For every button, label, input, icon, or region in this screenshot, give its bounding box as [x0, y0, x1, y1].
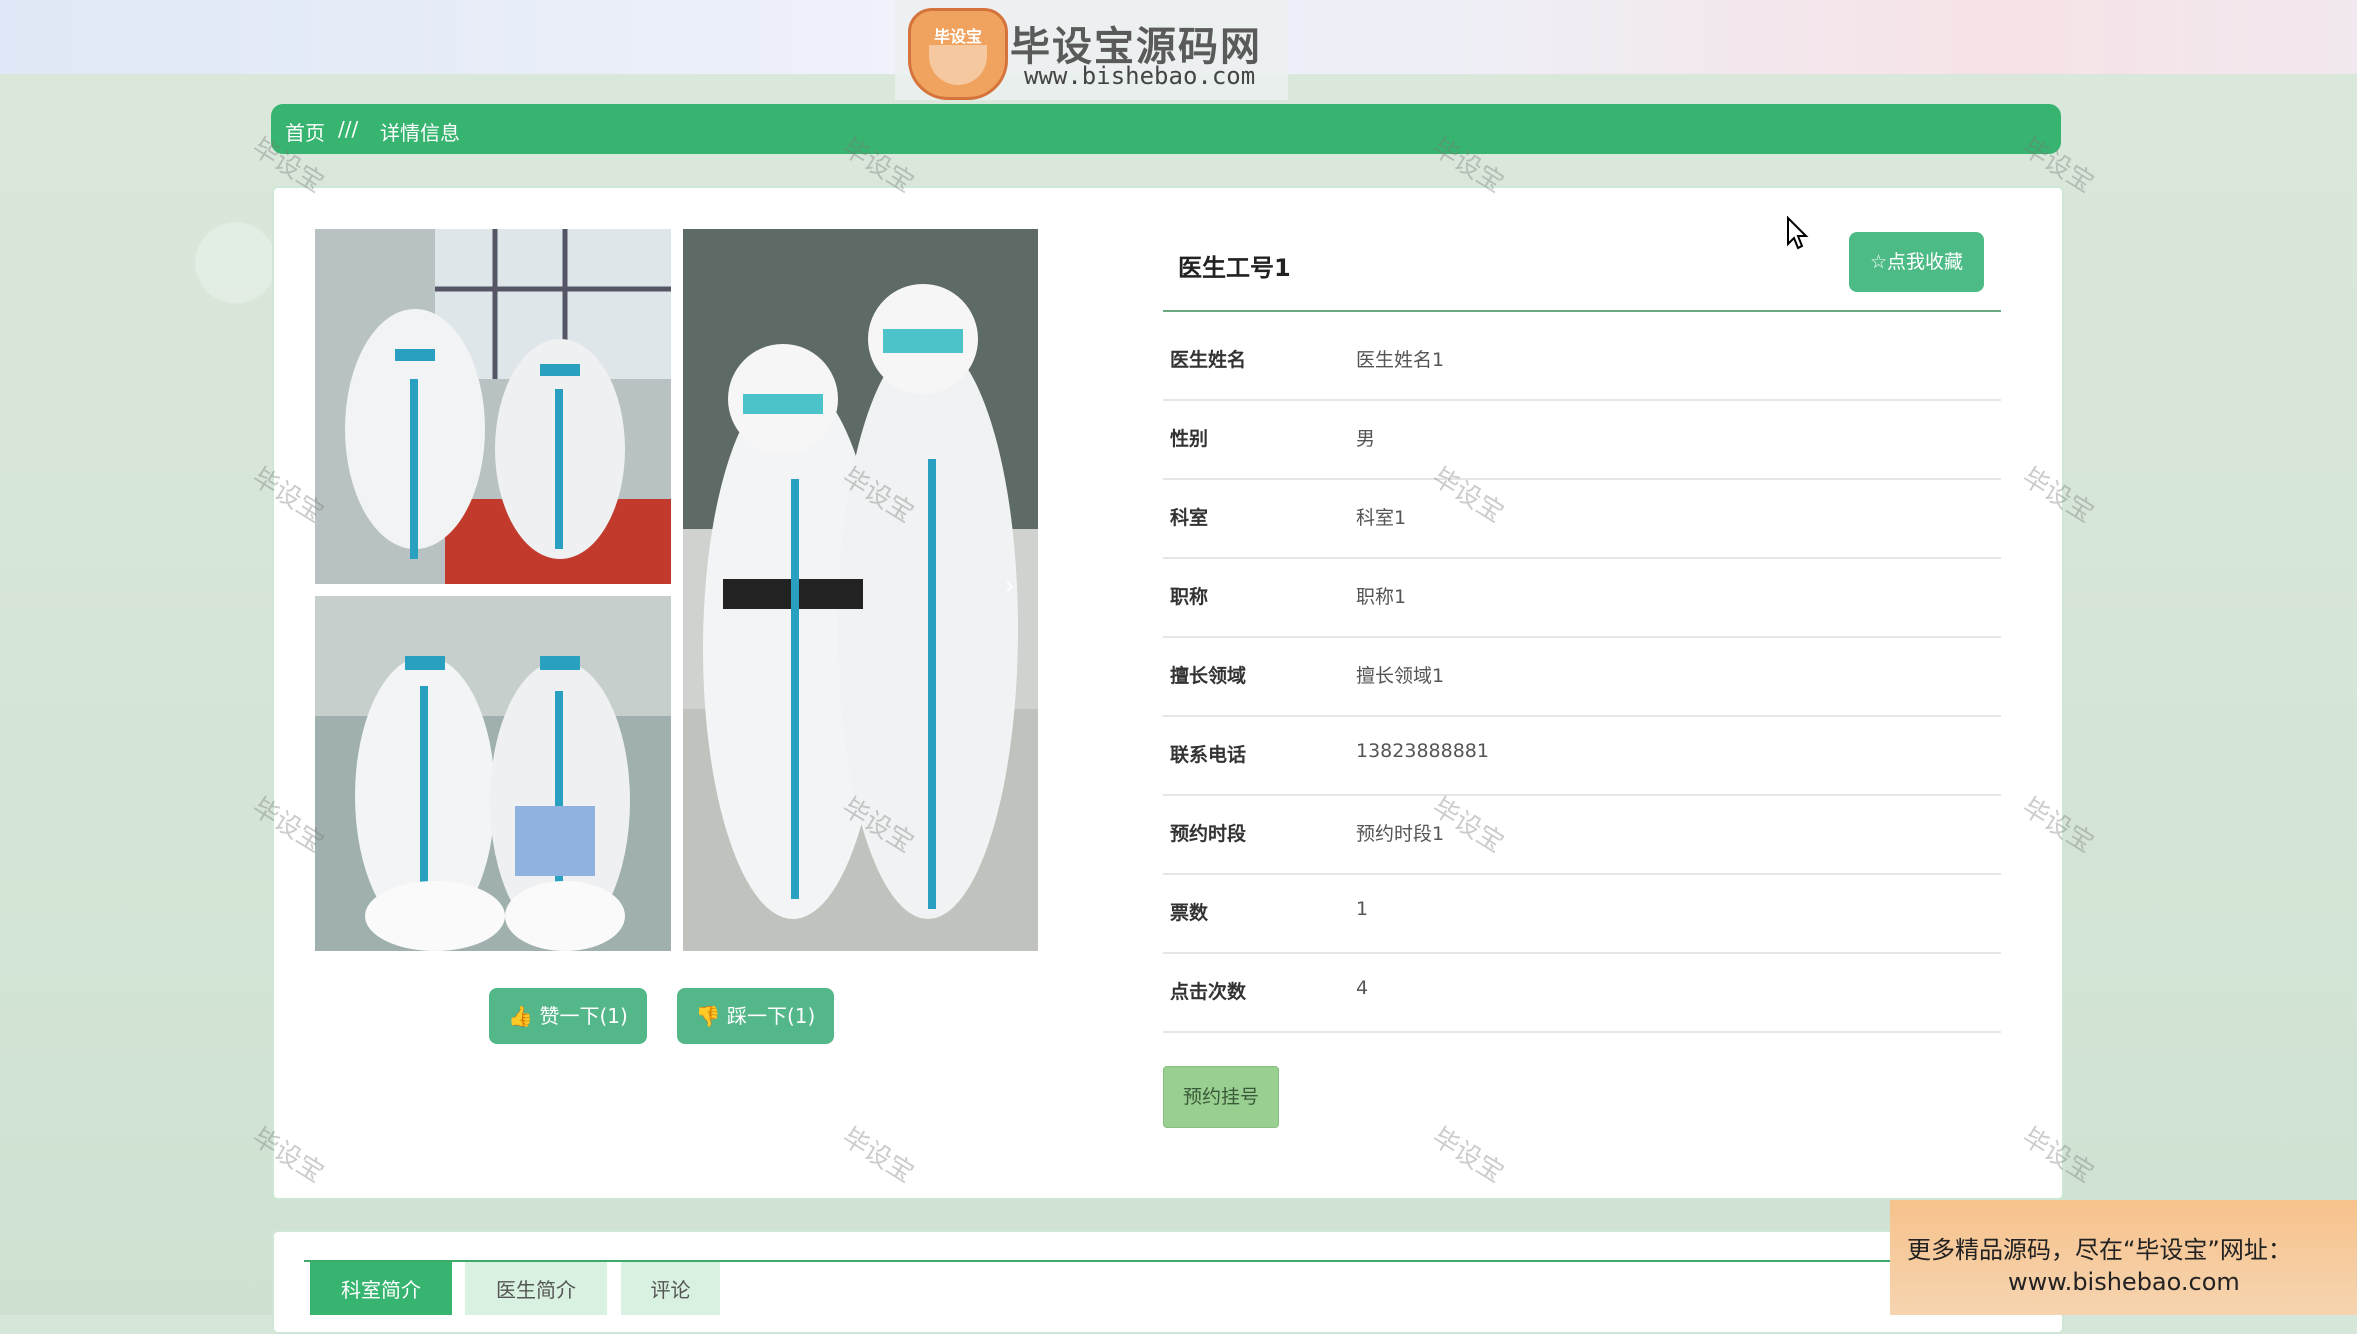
svg-text:›: ›: [1005, 572, 1015, 600]
breadcrumb-current: 详情信息: [380, 121, 460, 145]
favorite-button[interactable]: ☆点我收藏: [1849, 232, 1984, 292]
breadcrumb-home-link[interactable]: 首页: [285, 117, 325, 146]
mouse-cursor-icon: [1787, 216, 1809, 250]
breadcrumb: 首页 /// 详情信息: [271, 104, 2061, 154]
field-label: 点击次数: [1170, 981, 1247, 1003]
dislike-button[interactable]: 👎 踩一下(1): [677, 988, 834, 1044]
field-label: 擅长领域: [1170, 665, 1247, 687]
detail-row: 票数 1: [1163, 874, 2001, 954]
detail-row: 职称 职称1: [1163, 558, 2001, 638]
detail-row: 性别 男: [1163, 400, 2001, 480]
promo-banner[interactable]: 更多精品源码，尽在“毕设宝”网址： www.bishebao.com: [1890, 1200, 2357, 1315]
logo-badge-icon: 毕设宝: [908, 8, 1008, 100]
detail-header: 医生工号1 ☆点我收藏: [1163, 228, 2001, 312]
detail-row: 医生姓名 医生姓名1: [1163, 321, 2001, 401]
field-value: 擅长领域1: [1356, 665, 1445, 687]
tab-doctor-intro[interactable]: 医生简介: [465, 1262, 607, 1315]
promo-line-1: 更多精品源码，尽在“毕设宝”网址：: [1907, 1236, 2292, 1264]
field-value: 职称1: [1356, 586, 1407, 608]
promo-line-2: www.bishebao.com: [2008, 1268, 2240, 1296]
field-label: 医生姓名: [1170, 349, 1247, 371]
reserve-button[interactable]: 预约挂号: [1163, 1066, 1279, 1128]
doctor-photo-1[interactable]: [315, 229, 671, 584]
field-value: 13823888881: [1356, 740, 1489, 762]
field-label: 性别: [1170, 428, 1209, 450]
tab-department-intro[interactable]: 科室简介: [310, 1262, 452, 1315]
doctor-title: 医生工号1: [1178, 254, 1291, 282]
field-value: 预约时段1: [1356, 823, 1445, 845]
field-label: 票数: [1170, 902, 1209, 924]
field-value: 4: [1356, 977, 1369, 999]
tab-comments[interactable]: 评论: [621, 1262, 720, 1315]
like-button[interactable]: 👍 赞一下(1): [489, 988, 647, 1044]
logo-badge-text: 毕设宝: [933, 27, 982, 46]
detail-row: 点击次数 4: [1163, 953, 2001, 1033]
detail-row: 科室 科室1: [1163, 479, 2001, 559]
logo-url: www.bishebao.com: [1024, 62, 1256, 90]
detail-row: 预约时段 预约时段1: [1163, 795, 2001, 875]
detail-row: 擅长领域 擅长领域1: [1163, 637, 2001, 717]
field-value: 男: [1356, 428, 1376, 450]
detail-row: 联系电话 13823888881: [1163, 716, 2001, 796]
field-label: 科室: [1170, 507, 1209, 529]
field-value: 1: [1356, 898, 1369, 920]
field-label: 职称: [1170, 586, 1209, 608]
field-value: 科室1: [1356, 507, 1407, 529]
thumbs-down-icon: 👎: [695, 1004, 727, 1028]
field-label: 预约时段: [1170, 823, 1247, 845]
field-value: 医生姓名1: [1356, 349, 1445, 371]
thumbs-up-icon: 👍: [508, 1004, 540, 1028]
doctor-photo-3[interactable]: ›: [683, 229, 1038, 951]
field-label: 联系电话: [1170, 744, 1247, 766]
breadcrumb-separator: ///: [338, 117, 359, 141]
doctor-photo-2[interactable]: [315, 596, 671, 951]
